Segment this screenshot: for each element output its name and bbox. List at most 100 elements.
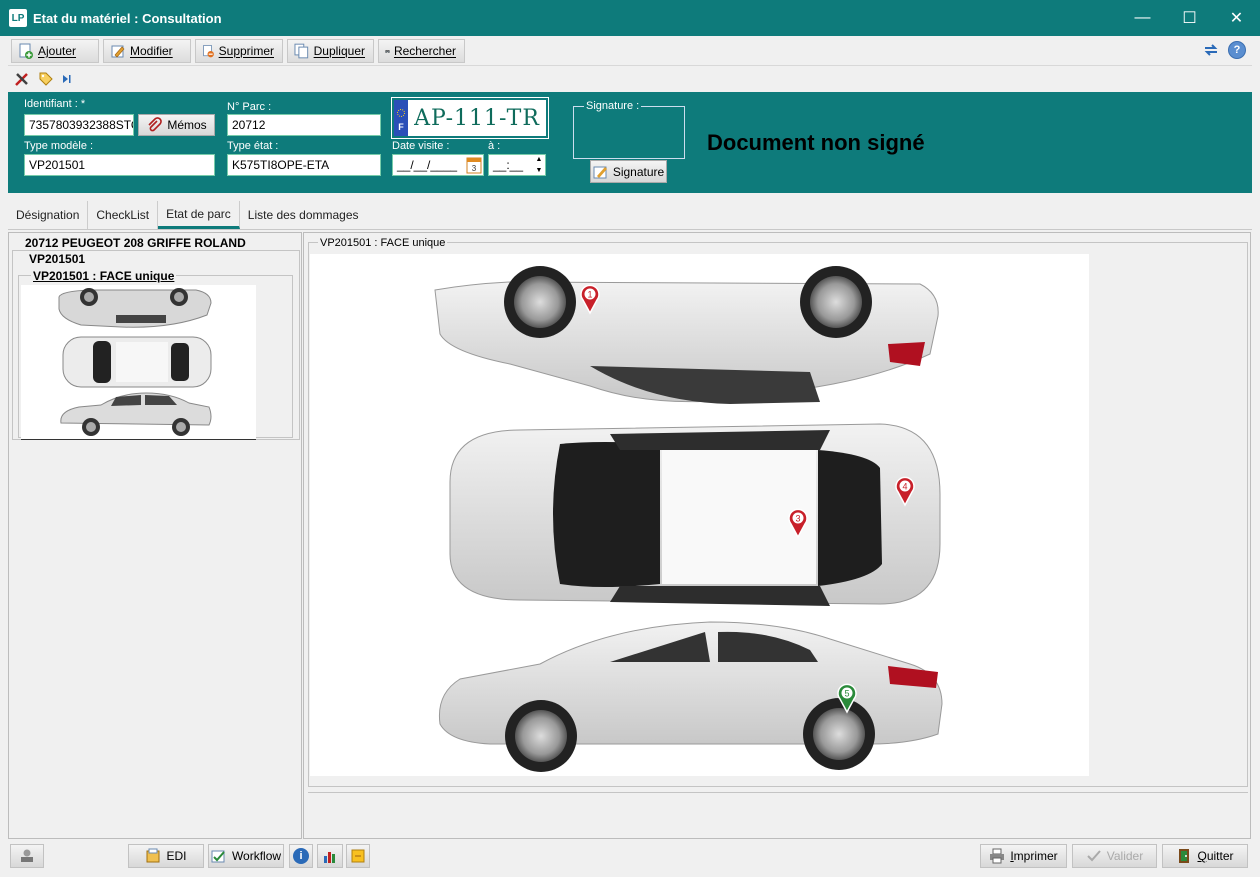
document-status: Document non signé <box>707 130 925 155</box>
tools-icon[interactable] <box>14 71 30 87</box>
tag-icon[interactable] <box>38 71 54 87</box>
delete-label: Supprimer <box>218 43 274 58</box>
marker-5-label: 5 <box>844 689 849 699</box>
stats-button[interactable] <box>317 844 343 868</box>
car-thumbnail-image <box>58 288 212 436</box>
exit-door-icon <box>1179 849 1190 863</box>
edi-label: EDI <box>166 849 187 863</box>
info-button[interactable]: i <box>289 844 313 868</box>
close-icon: ✕ <box>1229 10 1244 27</box>
print-label: Imprimer <box>1010 849 1058 863</box>
duplicate-button[interactable]: Dupliquer <box>287 38 374 63</box>
tree-panel: 20712 PEUGEOT 208 GRIFFE ROLAND VP201501… <box>8 232 302 839</box>
tree-vehicle[interactable]: 20712 PEUGEOT 208 GRIFFE ROLAND <box>25 236 246 250</box>
diagram-frame-label: VP201501 : FACE unique <box>318 237 448 249</box>
parc-label: N° Parc : <box>227 101 272 113</box>
minimize-button[interactable]: — <box>1119 0 1166 36</box>
spin-down-icon[interactable]: ▼ <box>536 167 543 174</box>
marker-4-label: 4 <box>902 482 907 492</box>
signature-box[interactable] <box>573 106 685 159</box>
signature-label: Signature : <box>584 100 642 112</box>
diagram-panel: VP201501 : FACE unique 1 4 3 5 <box>303 232 1251 839</box>
parc-field[interactable]: 20712 <box>227 114 381 136</box>
info-icon: i <box>293 848 309 864</box>
face-thumbnail[interactable] <box>21 285 256 440</box>
notes-button[interactable] <box>346 844 370 868</box>
secondary-toolbar <box>8 67 1252 91</box>
edi-icon <box>146 848 160 863</box>
eu-stars-icon <box>397 109 405 117</box>
search-label: Rechercher <box>393 43 456 58</box>
plate-country-band: F <box>394 100 408 136</box>
damage-marker-1[interactable]: 1 <box>579 283 601 315</box>
status-bar: EDI Workflow i Imprimer Valider Quitter <box>8 841 1252 871</box>
damage-marker-5[interactable]: 5 <box>836 682 858 714</box>
date-visite-label: Date visite : <box>392 140 450 152</box>
type-modele-field[interactable]: VP201501 <box>24 154 215 176</box>
printer-icon <box>990 848 1005 864</box>
time-spinner[interactable]: ▲ ▼ <box>533 154 545 176</box>
license-plate: F AP-111-TR <box>391 97 549 139</box>
refresh-icon[interactable] <box>1202 41 1220 59</box>
check-icon <box>1087 850 1101 862</box>
step-forward-icon[interactable] <box>62 71 72 87</box>
calendar-icon[interactable]: 3 <box>465 155 483 175</box>
type-etat-label: Type état : <box>227 140 279 152</box>
help-icon[interactable]: ? <box>1228 41 1246 59</box>
maximize-button[interactable]: ☐ <box>1166 0 1213 36</box>
notes-icon <box>351 849 365 863</box>
edi-button[interactable]: EDI <box>128 844 204 868</box>
add-button[interactable]: Ajouter <box>11 38 99 63</box>
title-bar: LP Etat du matériel : Consultation — ☐ ✕ <box>0 0 1260 36</box>
type-etat-field[interactable]: K575TI8OPE-ETA <box>227 154 381 176</box>
tab-checklist[interactable]: CheckList <box>88 201 159 229</box>
add-label: Ajouter <box>38 43 77 58</box>
vehicle-diagram[interactable]: 1 4 3 5 <box>310 254 1089 776</box>
signature-button[interactable]: Signature <box>590 160 667 183</box>
tab-designation[interactable]: Désignation <box>8 201 89 229</box>
tab-etat-de-parc[interactable]: Etat de parc <box>158 201 240 229</box>
delete-button[interactable]: Supprimer <box>195 38 283 63</box>
workflow-button[interactable]: Workflow <box>208 844 284 868</box>
maximize-icon: ☐ <box>1182 10 1197 27</box>
tree-model[interactable]: VP201501 <box>27 252 88 266</box>
minimize-icon: — <box>1134 9 1151 26</box>
binoculars-icon <box>385 49 390 53</box>
delete-document-icon <box>203 44 214 57</box>
damage-marker-3[interactable]: 3 <box>787 507 809 539</box>
tree-face[interactable]: VP201501 : FACE unique <box>31 269 177 283</box>
damage-marker-4[interactable]: 4 <box>894 475 916 507</box>
window-title: Etat du matériel : Consultation <box>33 10 222 26</box>
print-button[interactable]: Imprimer <box>980 844 1067 868</box>
header-panel: Identifiant : * 7357803932388STO Mémos N… <box>8 92 1252 193</box>
vehicle-diagram-image <box>434 266 943 772</box>
app-logo-icon: LP <box>9 9 27 27</box>
quit-label: Quitter <box>1197 849 1234 863</box>
user-button[interactable] <box>10 844 44 868</box>
type-modele-label: Type modèle : <box>24 140 94 152</box>
panel-separator <box>308 792 1248 793</box>
plate-country: F <box>398 122 404 132</box>
time-label: à : <box>488 140 501 152</box>
search-button[interactable]: Rechercher <box>378 38 465 63</box>
tab-strip: Désignation CheckList Etat de parc Liste… <box>8 200 1252 230</box>
workflow-label: Workflow <box>231 849 282 863</box>
spin-up-icon[interactable]: ▲ <box>536 156 543 163</box>
plate-number: AP-111-TR <box>414 105 540 131</box>
identifiant-field[interactable]: 7357803932388STO <box>24 114 134 136</box>
quit-button[interactable]: Quitter <box>1162 844 1248 868</box>
memos-button[interactable]: Mémos <box>138 114 215 136</box>
svg-text:3: 3 <box>472 164 477 173</box>
sign-pen-icon <box>593 166 607 178</box>
paperclip-icon <box>148 117 163 132</box>
memos-label: Mémos <box>167 118 207 132</box>
signature-button-label: Signature <box>612 164 665 179</box>
edit-button[interactable]: Modifier <box>103 38 191 63</box>
tab-liste-des-dommages[interactable]: Liste des dommages <box>240 201 367 229</box>
bar-chart-icon <box>324 852 335 863</box>
close-button[interactable]: ✕ <box>1213 0 1260 36</box>
validate-button[interactable]: Valider <box>1072 844 1157 868</box>
marker-3-label: 3 <box>795 514 800 524</box>
validate-label: Valider <box>1106 849 1144 863</box>
edit-document-icon <box>111 45 125 57</box>
